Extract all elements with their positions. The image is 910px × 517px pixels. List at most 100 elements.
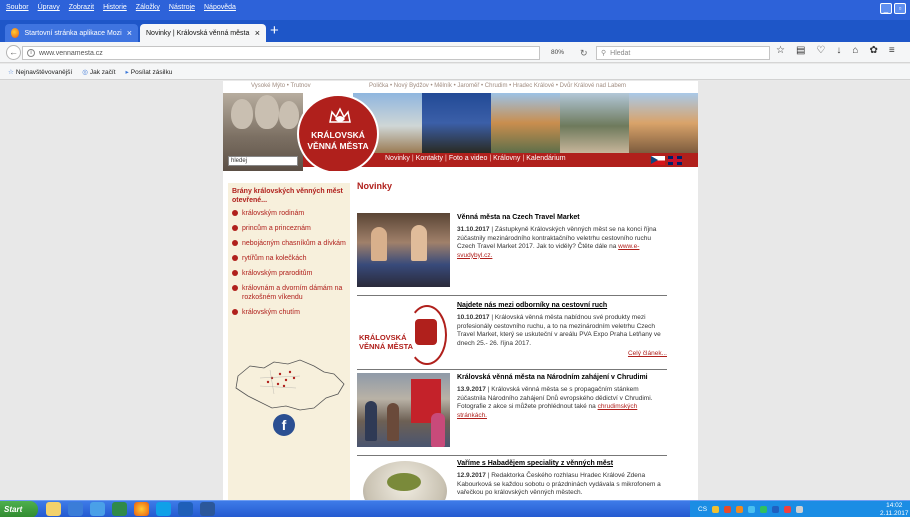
news-text: Najdete nás mezi odborníky na cestovní r… (457, 301, 667, 357)
sidebar-item[interactable]: nebojácným chasníkům a dívkám (232, 239, 346, 248)
menu-item-view[interactable]: Zobrazit (69, 4, 94, 11)
folder-icon[interactable] (46, 502, 61, 516)
news-title[interactable]: Královská věnná města na Národním zaháje… (457, 373, 667, 382)
outlook-icon[interactable] (68, 502, 83, 516)
uk-flag-icon[interactable] (668, 156, 682, 165)
crown-icon (329, 107, 351, 123)
url-bar[interactable]: i www.vennamesta.cz (22, 46, 540, 60)
page-title: Novinky (357, 181, 393, 191)
zoom-level[interactable]: 80% (548, 46, 567, 60)
site-search-input[interactable]: hledej (228, 156, 298, 166)
news-image[interactable]: KRÁLOVSKÁ VĚNNÁ MĚSTA (357, 301, 450, 375)
menu-item-help[interactable]: Nápověda (204, 4, 236, 11)
nav-kralovny[interactable]: Královny (493, 155, 520, 162)
sidebar-item[interactable]: královským chutím (232, 308, 346, 317)
tray-icon[interactable] (760, 506, 768, 513)
nav-separator: | (411, 155, 414, 162)
bullet-icon (232, 285, 238, 291)
news-image[interactable] (357, 459, 450, 500)
town-links-right[interactable]: Polička • Nový Bydžov • Mělník • Jaroměř… (369, 83, 626, 89)
sidebar-item[interactable]: královským praroditům (232, 269, 346, 278)
tray-icon[interactable] (784, 506, 792, 513)
menu-item-history[interactable]: Historie (103, 4, 127, 11)
sidebar-item[interactable]: královnám a dvorním dámám na rozkošném v… (232, 284, 346, 302)
page-viewport: Vysoké Mýto • Trutnov Polička • Nový Byd… (0, 81, 910, 500)
extension-icon[interactable]: ✿ (869, 45, 877, 56)
menu-item-file[interactable]: Soubor (6, 4, 29, 11)
bookmark-getting-started[interactable]: ◎ Jak začít (82, 68, 115, 76)
news-body: 10.10.2017 | Královská věnná města nabíd… (457, 314, 667, 348)
news-title[interactable]: Věnná města na Czech Travel Market (457, 213, 667, 222)
town-links-left[interactable]: Vysoké Mýto • Trutnov (251, 83, 311, 89)
close-tab-icon[interactable]: × (127, 28, 132, 38)
news-date: 10.10.2017 (457, 314, 490, 321)
menu-item-tools[interactable]: Nástroje (169, 4, 195, 11)
sidebar-item[interactable]: královským rodinám (232, 209, 346, 218)
site-info-icon[interactable]: i (27, 49, 35, 57)
home-icon[interactable]: ⌂ (852, 45, 858, 56)
bookmark-send[interactable]: ▸ Posílat zásilku (126, 68, 173, 76)
firefox-taskbar-icon[interactable] (134, 502, 149, 516)
sidebar-item[interactable]: rytířům na kolečkách (232, 254, 346, 263)
tray-icon[interactable] (748, 506, 756, 513)
tab-label: Novinky | Královská věnná města (146, 29, 250, 37)
ie-icon[interactable] (90, 502, 105, 516)
bullet-icon (232, 255, 238, 261)
outlook2-icon[interactable] (178, 502, 193, 516)
volume-icon[interactable] (796, 506, 804, 513)
pocket-icon[interactable]: ♡ (816, 45, 825, 56)
new-tab-button[interactable]: + (270, 23, 279, 39)
nav-foto-video[interactable]: Foto a video (449, 155, 488, 162)
sidebar-item-label: královnám a dvorním dámám na rozkošném v… (242, 285, 343, 301)
bullet-icon (232, 225, 238, 231)
tab-novinky[interactable]: Novinky | Královská věnná města × (140, 24, 266, 42)
taskbar-apps (46, 502, 215, 516)
back-button[interactable]: ← (6, 45, 21, 60)
tray-icon[interactable] (724, 506, 732, 513)
nav-kontakty[interactable]: Kontakty (416, 155, 443, 162)
news-title[interactable]: Vaříme s Habadějem speciality z věnných … (457, 459, 667, 468)
menu-item-edit[interactable]: Úpravy (38, 4, 60, 11)
bookmark-most-visited[interactable]: ☆ Nejnavštěvovanější (8, 68, 72, 76)
sidebar-item[interactable]: princům a princeznám (232, 224, 346, 233)
tray-icon[interactable] (772, 506, 780, 513)
nav-kalendarium[interactable]: Kalendárium (526, 155, 565, 162)
system-tray: CS (690, 501, 910, 517)
menu-icon[interactable]: ≡ (889, 45, 895, 56)
news-title[interactable]: Najdete nás mezi odborníky na cestovní r… (457, 301, 667, 310)
czech-flag-icon[interactable] (651, 156, 665, 165)
language-indicator[interactable]: CS (698, 506, 707, 513)
tray-icon[interactable] (736, 506, 744, 513)
tab-start-page[interactable]: Startovní stránka aplikace Mozi × (5, 24, 138, 42)
taskbar: Start CS 14:02 2.11.2017 (0, 500, 910, 517)
minimize-icon[interactable]: _ (880, 3, 892, 14)
news-image[interactable] (357, 213, 450, 287)
menu-bar: Soubor Úpravy Zobrazit Historie Záložky … (6, 4, 236, 11)
close-tab-icon[interactable]: × (255, 28, 260, 38)
tray-icon[interactable] (712, 506, 720, 513)
news-image[interactable] (357, 373, 450, 447)
menu-item-bookmarks[interactable]: Záložky (136, 4, 160, 11)
czech-map[interactable] (230, 358, 348, 414)
skype-icon[interactable] (156, 502, 171, 516)
bullet-icon (232, 309, 238, 315)
word-icon[interactable] (200, 502, 215, 516)
download-icon[interactable]: ↓ (836, 45, 841, 56)
excel-icon[interactable] (112, 502, 127, 516)
start-button[interactable]: Start (0, 501, 38, 517)
restore-icon[interactable]: ▫ (894, 3, 906, 14)
thumb-line1: KRÁLOVSKÁ (359, 333, 407, 342)
url-text[interactable]: www.vennamesta.cz (39, 50, 103, 57)
nav-novinky[interactable]: Novinky (385, 155, 410, 162)
facebook-icon[interactable]: f (273, 414, 295, 436)
bullet-icon (232, 240, 238, 246)
site-logo[interactable]: KRÁLOVSKÁ VĚNNÁ MĚSTA (297, 94, 379, 171)
reload-icon[interactable]: ↻ (580, 46, 588, 60)
clock[interactable]: 14:02 2.11.2017 (880, 502, 908, 517)
read-more-link[interactable]: Celý článek... (457, 350, 667, 357)
thumb-logo-text: KRÁLOVSKÁ VĚNNÁ MĚSTA (359, 333, 413, 351)
toolbar-icons: ☆ ▤ ♡ ↓ ⌂ ✿ ≡ (776, 45, 895, 56)
bookmark-star-icon[interactable]: ☆ (776, 45, 785, 56)
reader-view-icon[interactable]: ▤ (796, 45, 805, 56)
search-bar[interactable]: ⚲ Hledat (596, 46, 770, 60)
